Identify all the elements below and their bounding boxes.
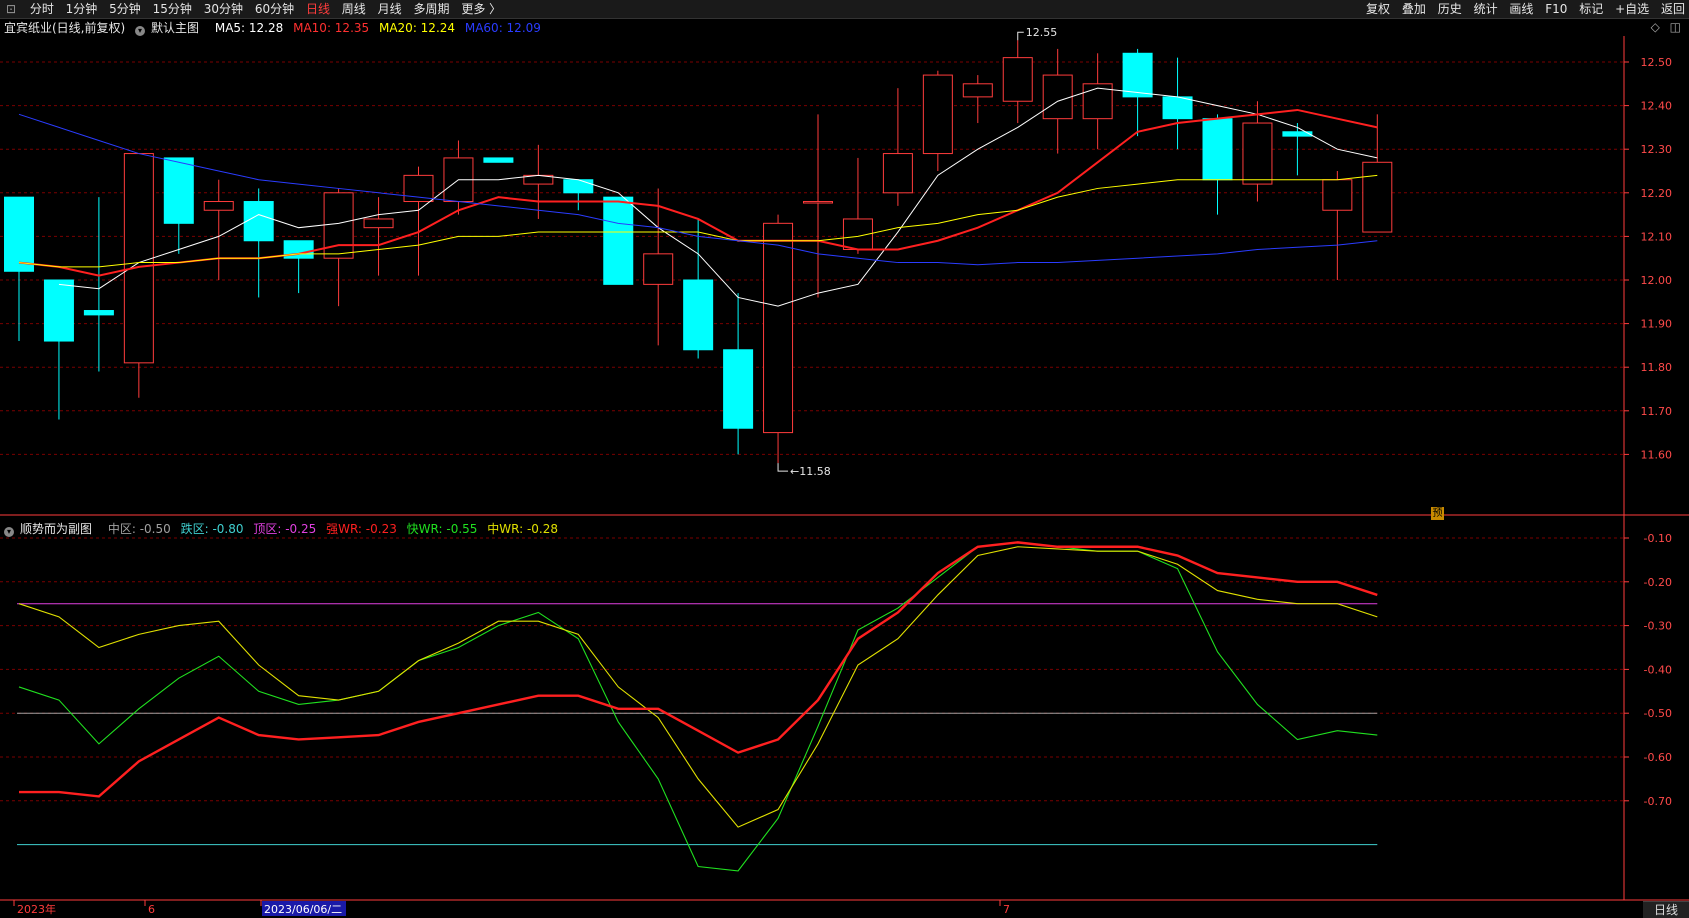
window-icon[interactable]: ◫ [1670, 20, 1681, 34]
price-tick-label: 12.30 [1641, 143, 1673, 156]
legend-top-zone: 顶区: -0.25 [253, 522, 317, 536]
indicator-tick-label: -0.10 [1644, 532, 1672, 545]
legend-fall-zone: 跌区: -0.80 [180, 522, 244, 536]
date-label: 6 [148, 903, 155, 916]
candle-body-up [323, 192, 354, 259]
date-label: 7 [1003, 903, 1010, 916]
candle-body-up [643, 253, 674, 285]
candle-body-up [123, 153, 154, 364]
candle-body-up [962, 83, 993, 98]
legend-fast-wr: 快WR: -0.55 [406, 522, 478, 536]
price-tick-label: 12.10 [1641, 230, 1673, 243]
legend-ma5: MA5: 12.28 [214, 21, 284, 35]
candle-body-down [683, 279, 714, 351]
indicator-tick-label: -0.70 [1644, 795, 1672, 808]
price-tick-label: 12.00 [1641, 274, 1673, 287]
candle-body-down [483, 157, 514, 163]
dropdown-circle-icon: ▾ [4, 527, 14, 537]
date-label: 2023/06/06/二 [264, 903, 342, 916]
period-tab-bottom[interactable]: 日线 [1643, 901, 1689, 918]
candle-body-up [882, 153, 913, 194]
candle-body-down [603, 196, 634, 285]
candle-body-down [1162, 96, 1193, 120]
price-tick-label: 11.60 [1641, 448, 1673, 461]
prediction-badge[interactable]: 预 [1431, 507, 1444, 520]
stock-title: 宜宾纸业(日线,前复权) [4, 21, 126, 35]
sub-chart-legend: ▾ 顺势而为副图 中区: -0.50 跌区: -0.80 顶区: -0.25 强W… [4, 521, 564, 537]
candle-body-down [43, 279, 74, 342]
low-marker-arrow [777, 463, 789, 472]
price-tick-label: 11.90 [1641, 318, 1673, 331]
candle-body-down [83, 310, 114, 316]
price-tick-label: 12.40 [1641, 100, 1673, 113]
price-tick-label: 12.50 [1641, 56, 1673, 69]
candle-body-up [763, 222, 794, 434]
sub-template-selector[interactable]: ▾ 顺势而为副图 [4, 522, 98, 537]
legend-mid-wr: 中WR: -0.28 [487, 522, 558, 536]
candle-body-up [1362, 161, 1393, 233]
template-selector[interactable]: ▾ 默认主图 [135, 21, 205, 36]
candle-body-down [243, 201, 274, 242]
candle-body-down [1122, 52, 1153, 98]
candle-body-down [563, 179, 594, 194]
candle-body-up [1042, 74, 1073, 120]
indicator-tick-label: -0.20 [1644, 576, 1672, 589]
candle-body-up [922, 74, 953, 155]
candle-body-up [1322, 179, 1353, 211]
template-label: 默认主图 [151, 21, 200, 35]
panel-corner-icons: ◇ ◫ [1645, 20, 1681, 34]
legend-mid-zone: 中区: -0.50 [107, 522, 171, 536]
candle-body-down [4, 196, 34, 272]
candle-body-down [1202, 118, 1233, 181]
candle-body-up [363, 218, 394, 229]
price-tick-label: 12.20 [1641, 187, 1673, 200]
legend-strong-wr: 强WR: -0.23 [326, 522, 397, 536]
candle-body-up [803, 201, 833, 204]
price-tick-label: 11.70 [1641, 405, 1673, 418]
legend-ma10: MA10: 12.35 [293, 21, 370, 35]
indicator-tick-label: -0.60 [1644, 751, 1672, 764]
wr-line-快WR [18, 541, 1378, 872]
indicator-tick-label: -0.50 [1644, 707, 1672, 720]
indicator-tick-label: -0.30 [1644, 620, 1672, 633]
sub-chart-title: 顺势而为副图 [20, 522, 93, 536]
dropdown-circle-icon: ▾ [135, 26, 146, 36]
indicator-tick-label: -0.40 [1644, 663, 1672, 676]
ma-line-ma5 [58, 87, 1378, 307]
chart-canvas[interactable]: 12.50 12.40 12.30 12.20 12.10 12.00 11.90 11.80… [0, 0, 1689, 917]
candle-body-up [1002, 57, 1033, 102]
wr-line-中WR [18, 546, 1378, 828]
date-label: 2023年 [17, 902, 56, 916]
price-tick-label: 11.80 [1641, 361, 1673, 374]
candle-body-up [1242, 122, 1273, 185]
high-annotation: 12.55 [1026, 26, 1058, 39]
low-annotation: ←11.58 [790, 465, 831, 478]
diamond-icon[interactable]: ◇ [1651, 20, 1660, 34]
candle-body-down [163, 157, 194, 224]
high-marker-arrow [1017, 31, 1024, 41]
main-chart-legend: 宜宾纸业(日线,前复权) ▾ 默认主图 MA5: 12.28 MA10: 12.3… [4, 20, 547, 36]
legend-ma20: MA20: 12.24 [378, 21, 456, 35]
candle-body-down [723, 349, 754, 429]
legend-ma60: MA60: 12.09 [464, 21, 541, 35]
candle-body-up [203, 201, 234, 211]
